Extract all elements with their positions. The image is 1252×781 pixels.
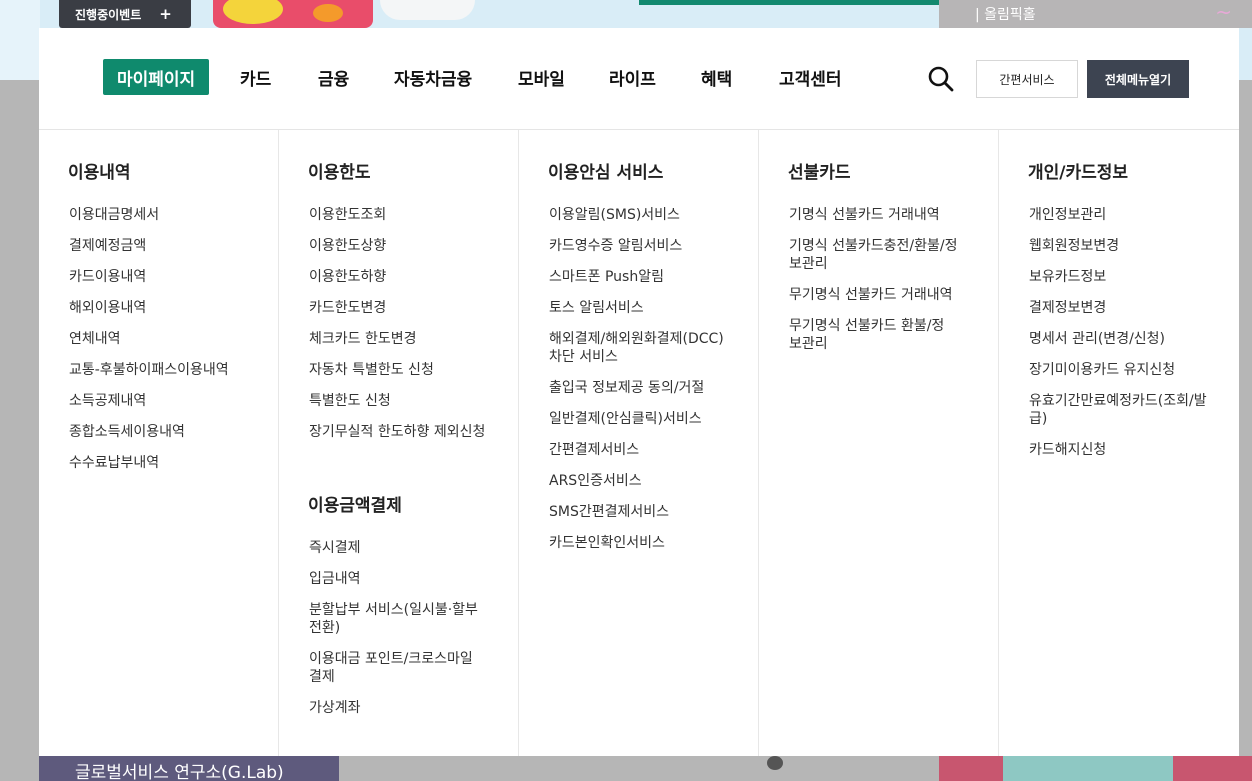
decor-icon bbox=[767, 756, 783, 770]
menu-item[interactable]: 명세서 관리(변경/신청) bbox=[1029, 330, 1225, 348]
menu-item[interactable]: 연체내역 bbox=[69, 330, 265, 348]
card-art-shape bbox=[223, 0, 283, 24]
menu-item[interactable]: 유효기간만료예정카드(조회/발급) bbox=[1029, 392, 1209, 428]
menu-item[interactable]: 이용대금 포인트/크로스마일 결제 bbox=[309, 650, 489, 686]
menu-column-usage-limit: 이용한도 이용한도조회 이용한도상향 이용한도하향 카드한도변경 체크카드 한도… bbox=[279, 130, 519, 756]
menu-sublist: 즉시결제 입금내역 분할납부 서비스(일시불·할부전환) 이용대금 포인트/크로… bbox=[309, 539, 505, 730]
mega-menu-panel: 마이페이지 카드 금융 자동차금융 모바일 라이프 혜택 고객센터 간편서비스 … bbox=[39, 28, 1239, 756]
menu-column-personal-info: 개인/카드정보 개인정보관리 웹회원정보변경 보유카드정보 결제정보변경 명세서… bbox=[999, 130, 1239, 756]
menu-item[interactable]: 일반결제(안심클릭)서비스 bbox=[549, 410, 745, 428]
menu-item[interactable]: 분할납부 서비스(일시불·할부전환) bbox=[309, 601, 489, 637]
right-banner[interactable]: | 올림픽홀 ~ bbox=[939, 0, 1252, 28]
menu-column-prepaid-card: 선불카드 기명식 선불카드 거래내역 기명식 선불카드충전/환불/정보관리 무기… bbox=[759, 130, 999, 756]
nav-life[interactable]: 라이프 bbox=[609, 59, 656, 95]
easy-service-button[interactable]: 간편서비스 bbox=[976, 60, 1078, 98]
menu-item[interactable]: 카드영수증 알림서비스 bbox=[549, 237, 745, 255]
menu-item[interactable]: 무기명식 선불카드 거래내역 bbox=[789, 286, 985, 304]
signature-art: ~ bbox=[1215, 0, 1232, 24]
menu-item[interactable]: 이용알림(SMS)서비스 bbox=[549, 206, 745, 224]
menu-item[interactable]: 결제예정금액 bbox=[69, 237, 265, 255]
nav-auto-finance[interactable]: 자동차금융 bbox=[394, 59, 472, 95]
menu-item[interactable]: 카드한도변경 bbox=[309, 299, 505, 317]
menu-item[interactable]: 무기명식 선불카드 환불/정보관리 bbox=[789, 317, 954, 353]
menu-item[interactable]: 보유카드정보 bbox=[1029, 268, 1225, 286]
menu-item[interactable]: 교통-후불하이패스이용내역 bbox=[69, 361, 265, 379]
menu-item[interactable]: 스마트폰 Push알림 bbox=[549, 268, 745, 286]
nav-finance[interactable]: 금융 bbox=[318, 59, 349, 95]
menu-item[interactable]: 체크카드 한도변경 bbox=[309, 330, 505, 348]
all-menu-button[interactable]: 전체메뉴열기 bbox=[1087, 60, 1189, 98]
search-icon[interactable] bbox=[927, 65, 955, 93]
column-subtitle: 이용금액결제 bbox=[308, 496, 402, 516]
menu-list: 개인정보관리 웹회원정보변경 보유카드정보 결제정보변경 명세서 관리(변경/신… bbox=[1029, 206, 1225, 472]
event-button-label: 진행중이벤트 bbox=[75, 7, 142, 22]
nav-card[interactable]: 카드 bbox=[240, 59, 271, 95]
menu-item[interactable]: 해외이용내역 bbox=[69, 299, 265, 317]
right-banner-text: | 올림픽홀 bbox=[975, 7, 1036, 23]
menu-item[interactable]: 즉시결제 bbox=[309, 539, 505, 557]
menu-item[interactable]: 장기미이용카드 유지신청 bbox=[1029, 361, 1225, 379]
banner-art bbox=[1003, 756, 1173, 781]
nav-mobile[interactable]: 모바일 bbox=[518, 59, 565, 95]
menu-item[interactable]: 결제정보변경 bbox=[1029, 299, 1225, 317]
menu-item[interactable]: 간편결제서비스 bbox=[549, 441, 745, 459]
menu-item[interactable]: 자동차 특별한도 신청 bbox=[309, 361, 505, 379]
plus-icon: + bbox=[159, 5, 172, 23]
menu-item[interactable]: 장기무실적 한도하향 제외신청 bbox=[309, 423, 505, 441]
menu-item[interactable]: 카드이용내역 bbox=[69, 268, 265, 286]
menu-item[interactable]: 기명식 선불카드 거래내역 bbox=[789, 206, 985, 224]
menu-item[interactable]: 이용대금명세서 bbox=[69, 206, 265, 224]
menu-item[interactable]: 카드본인확인서비스 bbox=[549, 534, 745, 552]
menu-item[interactable]: 해외결제/해외원화결제(DCC) 차단 서비스 bbox=[549, 330, 739, 366]
menu-item[interactable]: 수수료납부내역 bbox=[69, 454, 265, 472]
menu-list: 기명식 선불카드 거래내역 기명식 선불카드충전/환불/정보관리 무기명식 선불… bbox=[789, 206, 985, 366]
column-title: 선불카드 bbox=[788, 163, 851, 183]
menu-item[interactable]: 소득공제내역 bbox=[69, 392, 265, 410]
menu-column-usage-history: 이용내역 이용대금명세서 결제예정금액 카드이용내역 해외이용내역 연체내역 교… bbox=[39, 130, 279, 756]
glab-banner-text: 글로벌서비스 연구소(G.Lab) bbox=[75, 763, 284, 781]
menu-list: 이용대금명세서 결제예정금액 카드이용내역 해외이용내역 연체내역 교통-후불하… bbox=[69, 206, 265, 485]
menu-item[interactable]: 토스 알림서비스 bbox=[549, 299, 745, 317]
column-title: 이용안심 서비스 bbox=[548, 163, 664, 183]
menu-item[interactable]: SMS간편결제서비스 bbox=[549, 503, 745, 521]
card-banner-image bbox=[213, 0, 373, 28]
glab-banner[interactable]: 글로벌서비스 연구소(G.Lab) bbox=[39, 756, 339, 781]
menu-item[interactable]: 가상계좌 bbox=[309, 699, 505, 717]
menu-item[interactable]: 종합소득세이용내역 bbox=[69, 423, 265, 441]
column-title: 이용내역 bbox=[68, 163, 131, 183]
background-left-edge bbox=[0, 0, 40, 80]
nav-mypage[interactable]: 마이페이지 bbox=[103, 59, 210, 95]
menu-item[interactable]: 특별한도 신청 bbox=[309, 392, 505, 410]
menu-column-safe-service: 이용안심 서비스 이용알림(SMS)서비스 카드영수증 알림서비스 스마트폰 P… bbox=[519, 130, 759, 756]
menu-list: 이용알림(SMS)서비스 카드영수증 알림서비스 스마트폰 Push알림 토스 … bbox=[549, 206, 745, 565]
nav-benefit[interactable]: 혜택 bbox=[701, 59, 732, 95]
card-art-shape bbox=[313, 4, 343, 22]
cloud-image bbox=[380, 0, 475, 20]
column-title: 개인/카드정보 bbox=[1028, 163, 1129, 183]
menu-item[interactable]: 기명식 선불카드충전/환불/정보관리 bbox=[789, 237, 964, 273]
menu-item[interactable]: 이용한도상향 bbox=[309, 237, 505, 255]
menu-columns: 이용내역 이용대금명세서 결제예정금액 카드이용내역 해외이용내역 연체내역 교… bbox=[39, 130, 1239, 756]
global-nav: 마이페이지 카드 금융 자동차금융 모바일 라이프 혜택 고객센터 간편서비스 … bbox=[39, 28, 1239, 130]
menu-item[interactable]: 개인정보관리 bbox=[1029, 206, 1225, 224]
menu-item[interactable]: 이용한도하향 bbox=[309, 268, 505, 286]
nav-customer-center[interactable]: 고객센터 bbox=[779, 59, 842, 95]
menu-list: 이용한도조회 이용한도상향 이용한도하향 카드한도변경 체크카드 한도변경 자동… bbox=[309, 206, 505, 454]
bottom-right-banner[interactable] bbox=[939, 756, 1252, 781]
menu-item[interactable]: 이용한도조회 bbox=[309, 206, 505, 224]
menu-item[interactable]: 입금내역 bbox=[309, 570, 505, 588]
column-title: 이용한도 bbox=[308, 163, 371, 183]
menu-item[interactable]: ARS인증서비스 bbox=[549, 472, 745, 490]
event-button[interactable]: 진행중이벤트 + bbox=[59, 0, 191, 28]
banner-accent-bar bbox=[639, 0, 939, 5]
menu-item[interactable]: 출입국 정보제공 동의/거절 bbox=[549, 379, 745, 397]
menu-item[interactable]: 카드해지신청 bbox=[1029, 441, 1225, 459]
menu-item[interactable]: 웹회원정보변경 bbox=[1029, 237, 1225, 255]
